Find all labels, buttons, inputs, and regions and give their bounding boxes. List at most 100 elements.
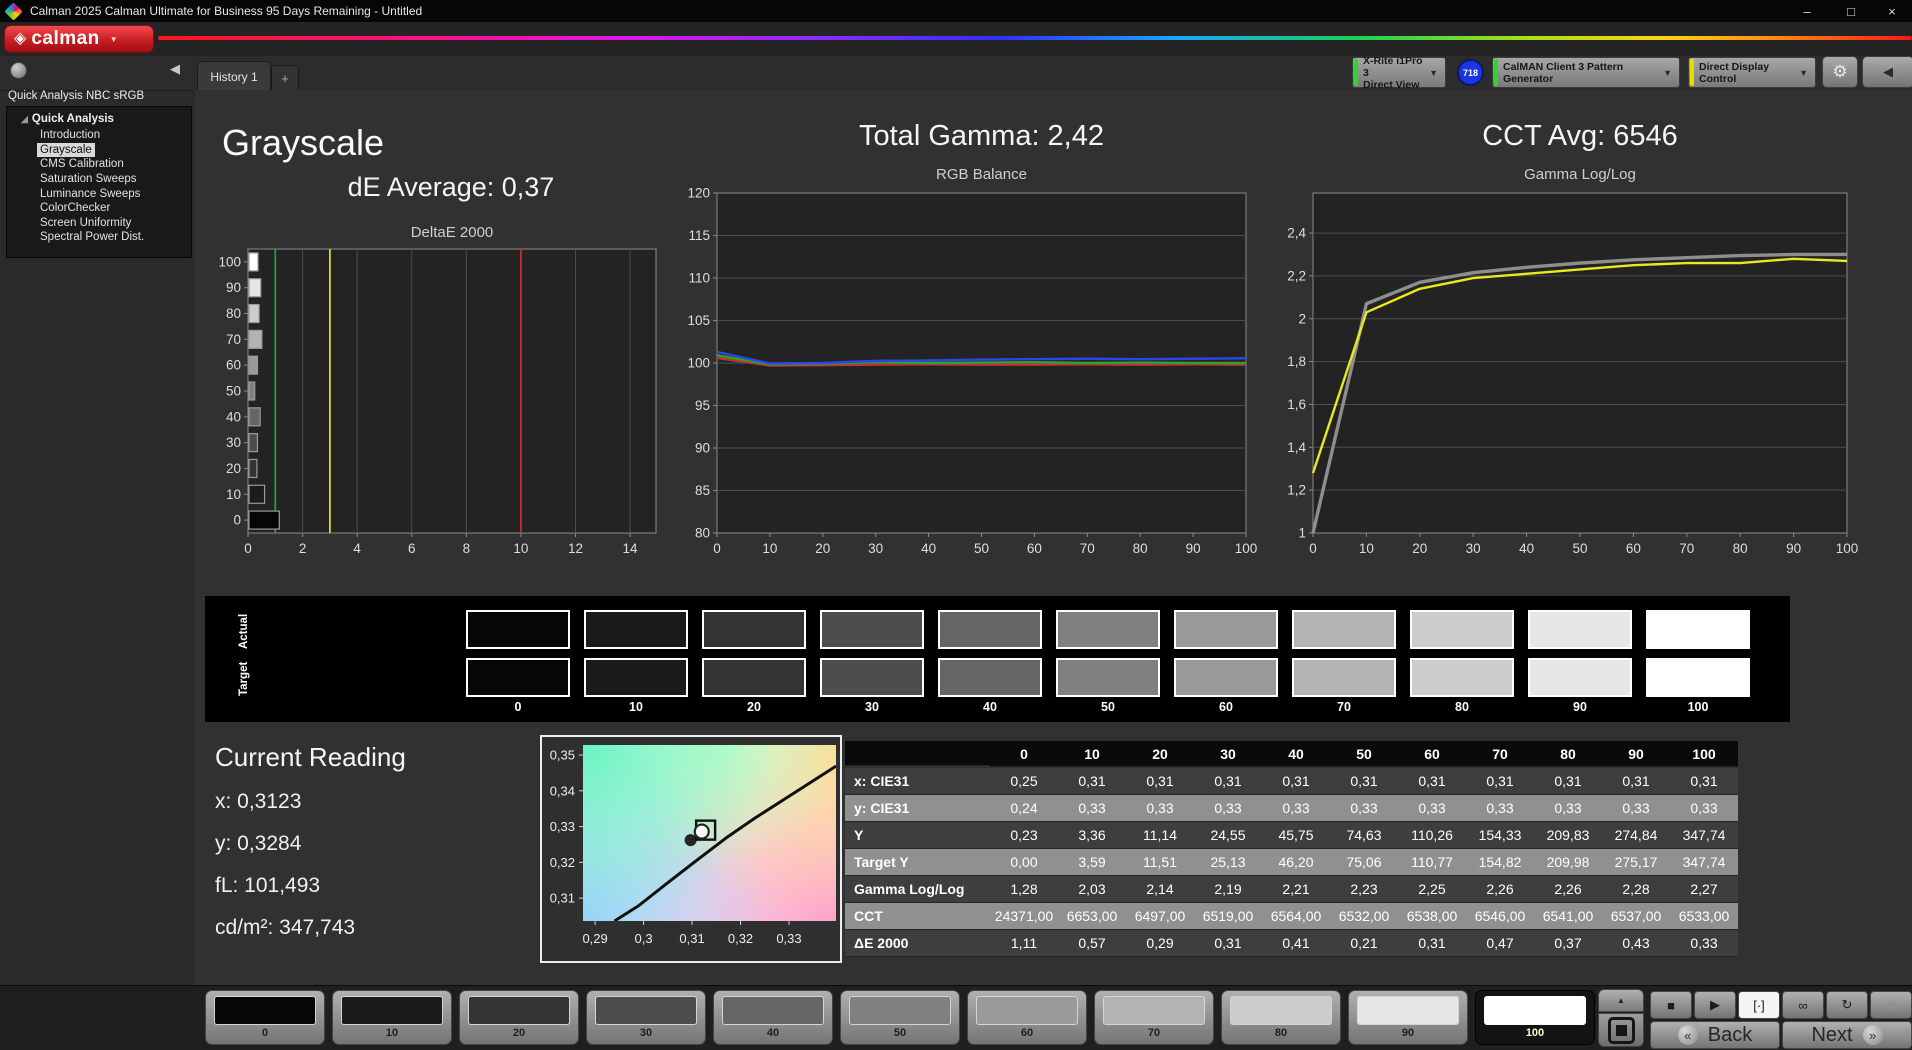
- patch-column-0: 0: [466, 610, 570, 714]
- calman-menu-button[interactable]: ◈ calman ▼: [4, 25, 154, 53]
- next-arrow-icon: »: [1863, 1025, 1883, 1045]
- app-icon: [4, 2, 22, 20]
- play-button[interactable]: ▶: [1694, 991, 1736, 1019]
- patch-level-label: 0: [515, 700, 522, 714]
- table-column-header: 60: [1398, 741, 1466, 767]
- patch-swatch-target-90: [1528, 658, 1632, 697]
- svg-text:40: 40: [226, 409, 241, 424]
- pattern-level-button-80[interactable]: 80: [1221, 990, 1341, 1045]
- minimize-button[interactable]: –: [1786, 0, 1828, 22]
- tab-history-1[interactable]: History 1: [197, 61, 271, 91]
- table-cell: 0,33: [1670, 795, 1738, 822]
- sidebar-options-button[interactable]: [10, 62, 27, 79]
- sidebar-collapse-icon[interactable]: ◀: [170, 61, 180, 77]
- table-cell: 6541,00: [1534, 903, 1602, 930]
- sidebar-item-saturation-sweeps[interactable]: Saturation Sweeps: [37, 172, 140, 187]
- svg-text:2,4: 2,4: [1287, 226, 1306, 241]
- pattern-swatch: [214, 996, 316, 1025]
- pattern-generator-dropdown[interactable]: CalMAN Client 3 Pattern Generator ▼: [1492, 57, 1680, 88]
- pattern-level-button-100[interactable]: 100: [1475, 990, 1595, 1045]
- pattern-level-button-20[interactable]: 20: [459, 990, 579, 1045]
- table-cell: 0,37: [1534, 930, 1602, 957]
- table-cell: 0,31: [1602, 768, 1670, 795]
- svg-text:0,3: 0,3: [635, 931, 653, 946]
- maximize-button[interactable]: □: [1830, 0, 1872, 22]
- next-button[interactable]: Next »: [1782, 1021, 1912, 1049]
- svg-text:50: 50: [974, 541, 989, 556]
- svg-text:2,2: 2,2: [1287, 268, 1306, 283]
- meter-mode: Direct View: [1363, 79, 1429, 91]
- patch-column-70: 70: [1292, 610, 1396, 714]
- table-cell: 0,33: [1194, 795, 1262, 822]
- refresh-button[interactable]: ↻: [1826, 991, 1868, 1019]
- pattern-button-label: 0: [262, 1027, 268, 1039]
- bottom-toolbar: 0 10 20 30405060708090100 ▲ ■ ▶ [·] ∞ ↻ ● «…: [0, 985, 1912, 1050]
- sidebar-item-spectral-power-dist[interactable]: Spectral Power Dist.: [37, 230, 147, 245]
- svg-text:8: 8: [463, 541, 471, 556]
- table-row-label-gamma-log-log: Gamma Log/Log: [845, 876, 990, 903]
- svg-text:60: 60: [1027, 541, 1042, 556]
- table-column-header: 10: [1058, 741, 1126, 767]
- svg-text:80: 80: [695, 526, 710, 541]
- patch-swatch-target-40: [938, 658, 1042, 697]
- table-cell: 347,74: [1670, 822, 1738, 849]
- table-cell: 2,03: [1058, 876, 1126, 903]
- svg-text:0: 0: [233, 513, 241, 528]
- sidebar-item-cms-calibration[interactable]: CMS Calibration: [37, 157, 127, 172]
- sidebar-item-luminance-sweeps[interactable]: Luminance Sweeps: [37, 186, 143, 201]
- svg-text:30: 30: [868, 541, 883, 556]
- workflow-tree: ◢Quick Analysis IntroductionGrayscaleCMS…: [6, 106, 192, 258]
- sidebar-item-grayscale[interactable]: Grayscale: [37, 143, 95, 158]
- pattern-level-button-60[interactable]: 60: [967, 990, 1087, 1045]
- display-control-dropdown[interactable]: Direct Display Control ▼: [1688, 57, 1816, 88]
- pattern-level-button-50[interactable]: 50: [840, 990, 960, 1045]
- settings-button[interactable]: ⚙: [1822, 56, 1858, 88]
- pattern-popup-button[interactable]: ▲: [1598, 989, 1644, 1012]
- pattern-level-button-0[interactable]: 0: [205, 990, 325, 1045]
- tree-root-quick-analysis[interactable]: ◢Quick Analysis: [21, 113, 191, 125]
- table-cell: 6519,00: [1194, 903, 1262, 930]
- patch-swatch-target-60: [1174, 658, 1278, 697]
- pattern-level-button-30[interactable]: 30: [586, 990, 706, 1045]
- patch-swatch-actual-40: [938, 610, 1042, 649]
- meter-badge[interactable]: 718: [1457, 59, 1484, 86]
- title-bar: Calman 2025 Calman Ultimate for Business…: [0, 0, 1912, 22]
- meter-dropdown[interactable]: X-Rite i1Pro 3 Direct View ▼: [1352, 57, 1446, 88]
- pattern-swatch: [468, 996, 570, 1025]
- svg-text:70: 70: [1679, 541, 1694, 556]
- single-measure-button[interactable]: [·]: [1738, 991, 1780, 1019]
- pattern-level-button-40[interactable]: 40: [713, 990, 833, 1045]
- pattern-level-button-90[interactable]: 90: [1348, 990, 1468, 1045]
- patch-swatch-target-80: [1410, 658, 1514, 697]
- table-cell: 0,33: [1398, 795, 1466, 822]
- patch-column-30: 30: [820, 610, 924, 714]
- tab-add-button[interactable]: +: [271, 65, 299, 91]
- back-button[interactable]: « Back: [1650, 1021, 1780, 1049]
- pattern-button-label: 20: [513, 1027, 525, 1039]
- pattern-level-button-10[interactable]: 10: [332, 990, 452, 1045]
- panel-collapse-button[interactable]: ◀: [1862, 56, 1912, 88]
- close-button[interactable]: ×: [1872, 0, 1912, 22]
- sidebar-item-introduction[interactable]: Introduction: [37, 128, 103, 143]
- cie-chart-box: 0,290,30,310,320,330,310,320,330,340,35: [540, 735, 842, 963]
- gamma-line-chart: 11,21,41,61,822,22,401020304050607080901…: [1255, 185, 1895, 560]
- svg-text:0: 0: [713, 541, 721, 556]
- display-control-status-bar: [1690, 59, 1694, 86]
- pattern-button-label: 10: [386, 1027, 398, 1039]
- stop-button[interactable]: ■: [1650, 991, 1692, 1019]
- svg-text:14: 14: [623, 541, 639, 556]
- continuous-measure-button[interactable]: ∞: [1782, 991, 1824, 1019]
- pattern-window-button[interactable]: [1598, 1013, 1644, 1047]
- svg-text:100: 100: [218, 254, 241, 269]
- patch-level-label: 40: [983, 700, 997, 714]
- pattern-swatch: [1230, 996, 1332, 1025]
- table-cell: 0,31: [1194, 768, 1262, 795]
- indicator-button[interactable]: ●: [1870, 991, 1912, 1019]
- meter-status-bar: [1354, 59, 1358, 86]
- sidebar-item-colorchecker[interactable]: ColorChecker: [37, 201, 113, 216]
- svg-text:1,2: 1,2: [1287, 483, 1306, 498]
- sidebar-item-screen-uniformity[interactable]: Screen Uniformity: [37, 216, 134, 231]
- patch-level-label: 10: [629, 700, 643, 714]
- patch-level-label: 30: [865, 700, 879, 714]
- pattern-level-button-70[interactable]: 70: [1094, 990, 1214, 1045]
